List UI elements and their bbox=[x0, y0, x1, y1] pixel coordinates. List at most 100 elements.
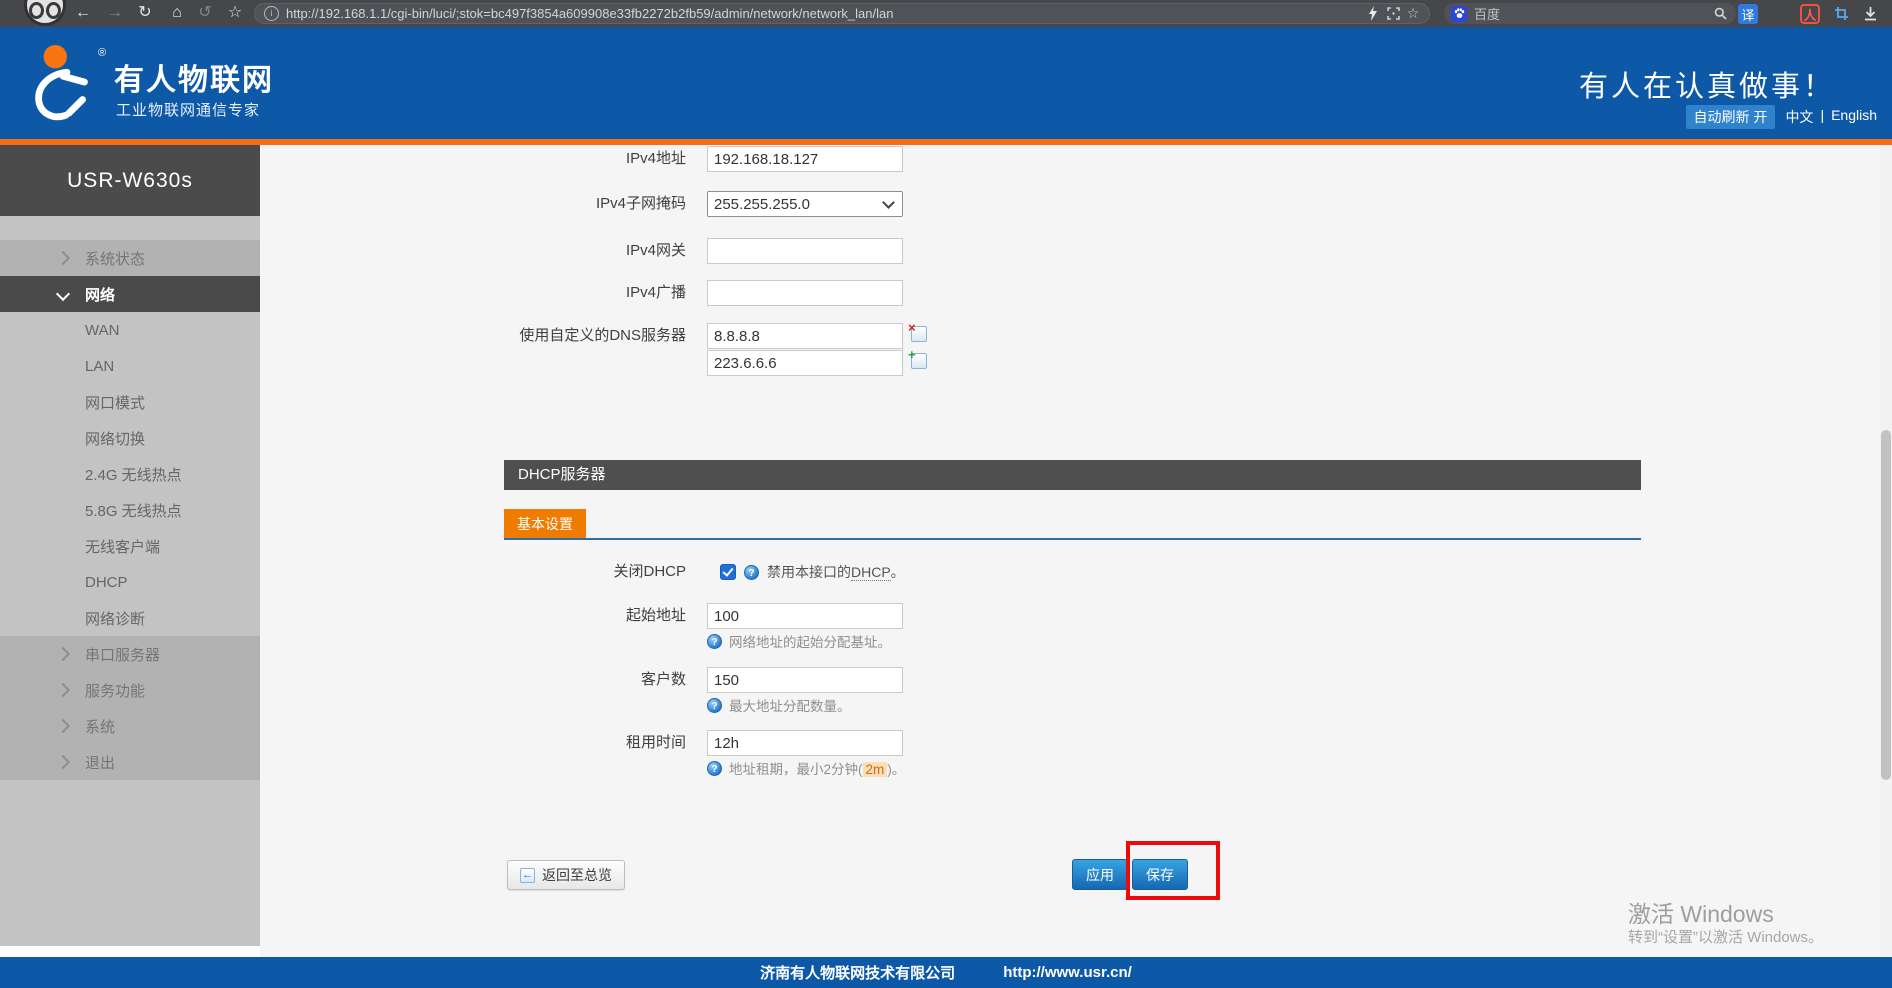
windows-activate-watermark-sub: 转到“设置”以激活 Windows。 bbox=[1628, 926, 1823, 947]
apps-grid-extension-icon[interactable] bbox=[1770, 4, 1790, 24]
sidebar-item-network-switch[interactable]: 网络切换 bbox=[0, 420, 260, 456]
dhcp-limit-hint: 最大地址分配数量。 bbox=[729, 695, 851, 715]
ipv4-netmask-label: IPv4子网掩码 bbox=[386, 191, 686, 217]
ipv4-gateway-label: IPv4网关 bbox=[386, 238, 686, 264]
home-icon[interactable]: ⌂ bbox=[164, 0, 190, 27]
baidu-logo-icon bbox=[1451, 6, 1467, 22]
sidebar-item-wan[interactable]: WAN bbox=[0, 312, 260, 348]
ipv4-broadcast-label: IPv4广播 bbox=[386, 280, 686, 306]
footer-site-link[interactable]: http://www.usr.cn/ bbox=[1003, 964, 1132, 981]
sidebar-item-logout[interactable]: 退出 bbox=[0, 744, 260, 780]
help-icon: ? bbox=[707, 698, 722, 713]
ipv4-netmask-select[interactable]: 255.255.255.0 bbox=[707, 191, 903, 217]
search-magnifier-icon[interactable] bbox=[1710, 3, 1730, 24]
sidebar: USR-W630s 系统状态 网络 WAN LAN 网口模式 网络切换 2.4G… bbox=[0, 145, 260, 946]
chevron-right-icon bbox=[56, 683, 70, 697]
close-dhcp-hint: 禁用本接口的DHCP。 bbox=[767, 562, 905, 582]
help-icon: ? bbox=[707, 761, 722, 776]
dns-input-2[interactable] bbox=[707, 350, 903, 376]
apply-button[interactable]: 应用 bbox=[1072, 859, 1128, 890]
footer-company: 济南有人物联网技术有限公司 bbox=[760, 962, 955, 983]
forward-icon[interactable]: → bbox=[102, 0, 128, 27]
close-dhcp-label: 关闭DHCP bbox=[386, 559, 686, 585]
profile-avatar-icon[interactable] bbox=[24, 0, 66, 26]
sidebar-item-network[interactable]: 网络 bbox=[0, 276, 260, 312]
toolbar-more-icon[interactable]: ⋮ bbox=[1884, 4, 1892, 24]
auto-refresh-toggle[interactable]: 自动刷新 开 bbox=[1686, 105, 1776, 129]
sidebar-item-system[interactable]: 系统 bbox=[0, 708, 260, 744]
chevron-right-icon bbox=[56, 755, 70, 769]
custom-dns-label: 使用自定义的DNS服务器 bbox=[386, 323, 686, 349]
dhcp-section-header: DHCP服务器 bbox=[504, 460, 1641, 490]
dhcp-start-label: 起始地址 bbox=[386, 603, 686, 629]
address-bar[interactable]: i http://192.168.1.1/cgi-bin/luci/;stok=… bbox=[254, 3, 1430, 24]
ipv4-address-label: IPv4地址 bbox=[386, 146, 686, 172]
main-content: IPv4地址 IPv4子网掩码 255.255.255.0 IPv4网关 IPv… bbox=[260, 145, 1880, 957]
download-icon[interactable] bbox=[1860, 4, 1880, 24]
bookmark-star-icon[interactable]: ☆ bbox=[222, 0, 248, 27]
usr-logo bbox=[26, 43, 104, 128]
scrollbar-thumb[interactable] bbox=[1881, 430, 1891, 780]
url-text[interactable]: http://192.168.1.1/cgi-bin/luci/;stok=bc… bbox=[286, 6, 1363, 21]
sidebar-item-lan[interactable]: LAN bbox=[0, 348, 260, 384]
header-motto: 有人在认真做事！ bbox=[1579, 63, 1835, 105]
dns-input-1[interactable] bbox=[707, 323, 903, 349]
favorite-star-icon[interactable]: ☆ bbox=[1403, 3, 1423, 24]
close-dhcp-checkbox[interactable] bbox=[720, 564, 736, 580]
sidebar-item-wireless-client[interactable]: 无线客户端 bbox=[0, 528, 260, 564]
chevron-right-icon bbox=[56, 251, 70, 265]
dhcp-limit-label: 客户数 bbox=[386, 667, 686, 693]
sidebar-item-58g-hotspot[interactable]: 5.8G 无线热点 bbox=[0, 492, 260, 528]
dhcp-lease-hint: 地址租期，最小2分钟(2m)。 bbox=[729, 758, 905, 778]
brand-title: 有人物联网 bbox=[114, 55, 274, 99]
ipv4-gateway-input[interactable] bbox=[707, 238, 903, 264]
chevron-right-icon bbox=[56, 719, 70, 733]
page-footer: 济南有人物联网技术有限公司 http://www.usr.cn/ bbox=[0, 957, 1892, 988]
lang-en-link[interactable]: English bbox=[1831, 107, 1877, 127]
sidebar-item-network-diagnosis[interactable]: 网络诊断 bbox=[0, 600, 260, 636]
sidebar-item-serial-server[interactable]: 串口服务器 bbox=[0, 636, 260, 672]
device-model-title: USR-W630s bbox=[0, 145, 260, 216]
search-box[interactable]: 百度 bbox=[1444, 3, 1736, 24]
search-engine-label[interactable]: 百度 bbox=[1474, 4, 1710, 23]
sidebar-item-service-function[interactable]: 服务功能 bbox=[0, 672, 260, 708]
undo-icon[interactable]: ↺ bbox=[192, 0, 218, 27]
reload-icon[interactable]: ↻ bbox=[132, 0, 158, 27]
ipv4-broadcast-input[interactable] bbox=[707, 280, 903, 306]
lease-min-mark: 2m bbox=[863, 762, 888, 777]
dns-add-icon[interactable]: + bbox=[911, 353, 927, 369]
screenshot-frame-icon[interactable] bbox=[1383, 3, 1403, 24]
site-header: ® 有人物联网 工业物联网通信专家 有人在认真做事！ 自动刷新 开 中文 | E… bbox=[0, 27, 1892, 145]
dhcp-start-hint: 网络地址的起始分配基址。 bbox=[729, 631, 891, 651]
dns-remove-icon[interactable]: × bbox=[911, 326, 927, 342]
tab-basic-settings[interactable]: 基本设置 bbox=[504, 509, 586, 538]
chevron-right-icon bbox=[56, 647, 70, 661]
browser-toolbar: ← → ↻ ⌂ ↺ ☆ i http://192.168.1.1/cgi-bin… bbox=[0, 0, 1892, 27]
save-button[interactable]: 保存 bbox=[1132, 859, 1188, 890]
site-info-icon[interactable]: i bbox=[264, 6, 279, 21]
page: ← → ↻ ⌂ ↺ ☆ i http://192.168.1.1/cgi-bin… bbox=[0, 0, 1892, 988]
lang-separator: | bbox=[1820, 107, 1824, 127]
person-extension-icon[interactable]: 人 bbox=[1800, 4, 1820, 24]
brand-slogan: 工业物联网通信专家 bbox=[116, 99, 260, 120]
dhcp-lease-input[interactable] bbox=[707, 730, 903, 756]
lightning-icon[interactable] bbox=[1363, 3, 1383, 24]
dhcp-start-input[interactable] bbox=[707, 603, 903, 629]
sidebar-item-system-status[interactable]: 系统状态 bbox=[0, 240, 260, 276]
back-icon[interactable]: ← bbox=[70, 0, 96, 27]
ipv4-address-input[interactable] bbox=[707, 146, 903, 172]
sidebar-item-24g-hotspot[interactable]: 2.4G 无线热点 bbox=[0, 456, 260, 492]
back-to-overview-button[interactable]: ← 返回至总览 bbox=[507, 860, 625, 890]
windows-activate-watermark: 激活 Windows bbox=[1628, 895, 1774, 929]
sidebar-item-port-mode[interactable]: 网口模式 bbox=[0, 384, 260, 420]
sidebar-item-dhcp[interactable]: DHCP bbox=[0, 564, 260, 600]
translate-extension-icon[interactable]: 译 bbox=[1738, 4, 1758, 24]
back-doc-icon: ← bbox=[520, 868, 535, 883]
dhcp-lease-label: 租用时间 bbox=[386, 730, 686, 756]
select-chevron-icon bbox=[882, 196, 895, 209]
lang-zh-link[interactable]: 中文 bbox=[1785, 107, 1813, 127]
scrollbar-track bbox=[1880, 145, 1892, 957]
crop-extension-icon[interactable] bbox=[1832, 4, 1852, 24]
registered-mark: ® bbox=[98, 47, 106, 59]
dhcp-limit-input[interactable] bbox=[707, 667, 903, 693]
